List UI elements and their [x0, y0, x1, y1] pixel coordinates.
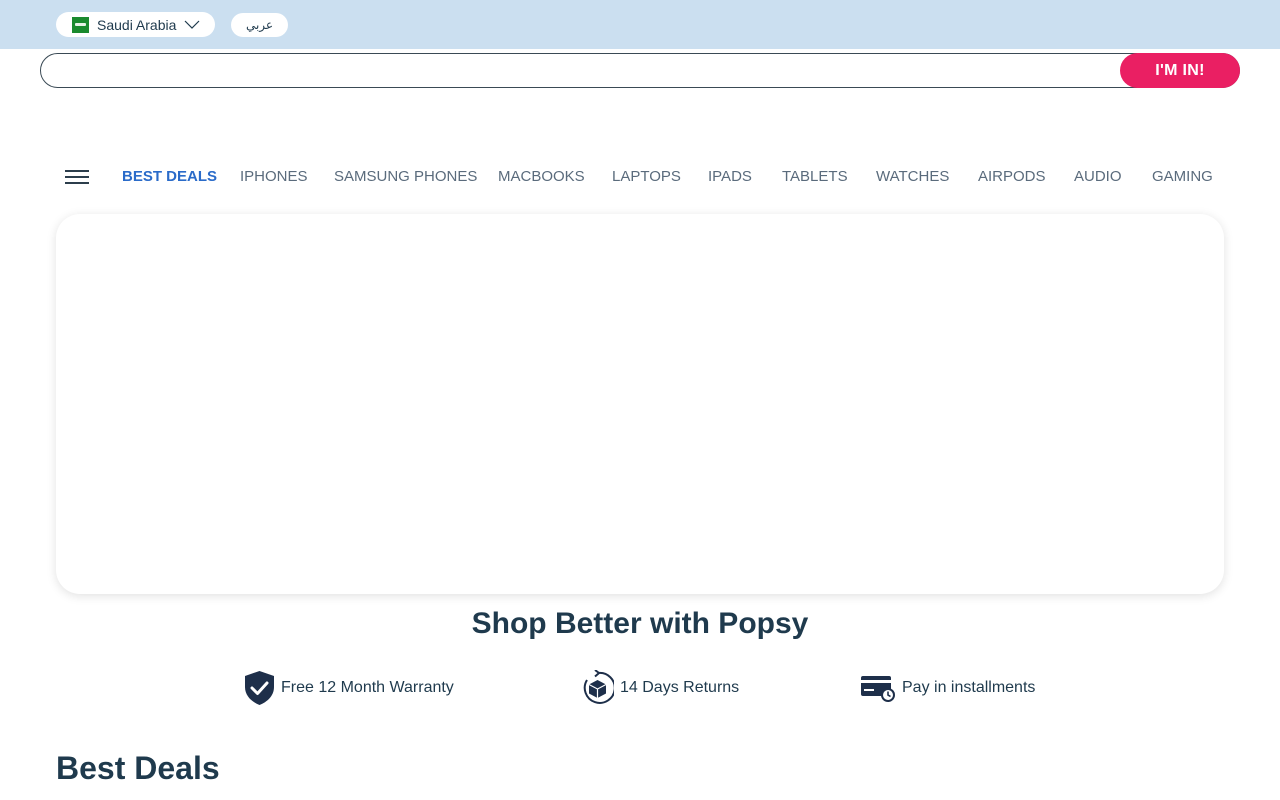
nav-item-best-deals[interactable]: BEST DEALS [122, 168, 217, 185]
nav-item-gaming[interactable]: GAMING [1152, 168, 1213, 185]
feature-label: Pay in installments [902, 679, 1036, 696]
feature-installments: Pay in installments [860, 670, 1035, 706]
menu-icon[interactable] [65, 169, 89, 185]
hero-banner[interactable] [56, 214, 1224, 594]
nav-item-watches[interactable]: WATCHES [876, 168, 949, 185]
country-label: Saudi Arabia [97, 16, 177, 33]
feature-label: Free 12 Month Warranty [281, 679, 454, 696]
best-deals-heading: Best Deals [56, 750, 220, 786]
top-bar: Saudi Arabia عربي [0, 0, 1280, 49]
nav-item-laptops[interactable]: LAPTOPS [612, 168, 681, 185]
nav-item-tablets[interactable]: TABLETS [782, 168, 848, 185]
nav-item-macbooks[interactable]: MACBOOKS [498, 168, 585, 185]
nav-item-iphones[interactable]: IPHONES [240, 168, 308, 185]
shield-check-icon [245, 671, 274, 705]
search-submit-button[interactable]: I'M IN! [1120, 53, 1240, 88]
chevron-down-icon [184, 20, 200, 29]
search-bar: I'M IN! [40, 53, 1240, 88]
language-toggle[interactable]: عربي [231, 13, 288, 37]
nav-item-samsung-phones[interactable]: SAMSUNG PHONES [334, 168, 477, 185]
nav-item-ipads[interactable]: IPADS [708, 168, 752, 185]
category-nav: BEST DEALS IPHONES SAMSUNG PHONES MACBOO… [0, 160, 1280, 194]
saudi-flag-icon [72, 16, 89, 33]
box-return-icon [583, 670, 614, 704]
nav-item-airpods[interactable]: AIRPODS [978, 168, 1046, 185]
country-selector[interactable]: Saudi Arabia [56, 12, 215, 37]
feature-label: 14 Days Returns [620, 679, 740, 696]
why-title: Shop Better with Popsy [471, 607, 809, 640]
feature-warranty: Free 12 Month Warranty [244, 670, 454, 706]
nav-item-audio[interactable]: AUDIO [1074, 168, 1122, 185]
credit-card-icon [861, 676, 895, 702]
search-input[interactable] [40, 53, 1240, 88]
feature-returns: 14 Days Returns [581, 670, 739, 706]
